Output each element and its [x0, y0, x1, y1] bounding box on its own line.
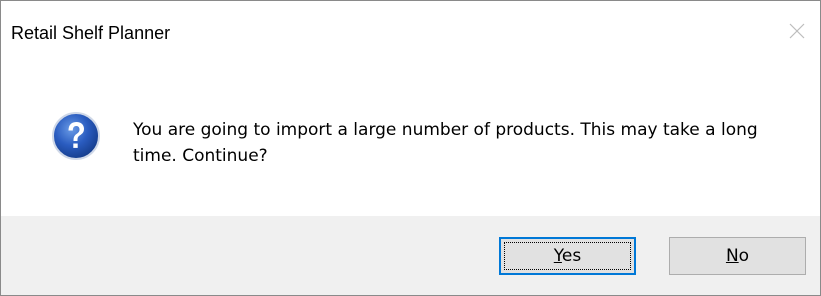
- no-mnemonic: N: [725, 246, 739, 266]
- yes-button[interactable]: Yes: [499, 237, 636, 275]
- message-dialog: Retail Shelf Planner You are going to im…: [0, 0, 821, 296]
- yes-mnemonic: Y: [553, 246, 562, 266]
- close-icon: [789, 23, 805, 39]
- message-text: You are going to import a large number o…: [133, 120, 758, 166]
- button-bar: Yes No: [1, 216, 820, 295]
- yes-button-label: Yes: [553, 246, 582, 266]
- no-button[interactable]: No: [669, 237, 806, 275]
- message-area: You are going to import a large number o…: [1, 63, 820, 216]
- no-button-label: No: [725, 246, 750, 266]
- title-bar: Retail Shelf Planner: [1, 1, 820, 63]
- dialog-title: Retail Shelf Planner: [11, 23, 171, 43]
- question-icon: [52, 112, 100, 160]
- close-button[interactable]: [774, 11, 820, 51]
